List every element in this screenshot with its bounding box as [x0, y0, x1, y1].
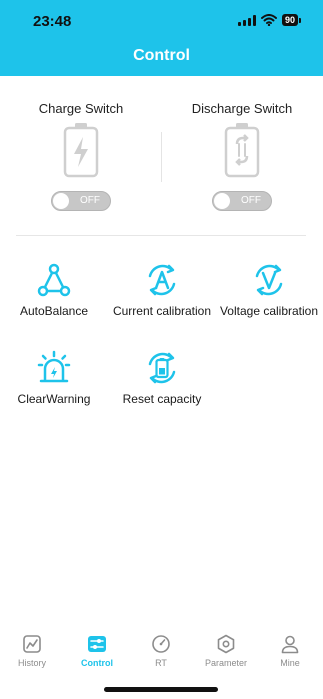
tab-parameter-label: Parameter: [204, 658, 248, 668]
auto-balance-button[interactable]: AutoBalance: [14, 262, 94, 318]
tab-mine-label: Mine: [280, 658, 300, 668]
auto-balance-label: AutoBalance: [19, 304, 89, 318]
discharge-switch-label: Discharge Switch: [191, 101, 293, 116]
person-icon: [281, 635, 299, 654]
current-calibration-label: Current calibration: [112, 304, 212, 318]
triangle-nodes-icon: [37, 263, 71, 297]
voltage-calibration-button[interactable]: Voltage calibration: [218, 262, 320, 318]
cellular-signal-icon: [237, 14, 256, 26]
charge-switch-state: OFF: [80, 195, 100, 206]
tab-mine[interactable]: Mine: [260, 634, 320, 668]
voltage-calibration-label: Voltage calibration: [219, 304, 319, 318]
status-icons: 90: [237, 14, 301, 26]
charge-switch-panel: Charge Switch OFF: [11, 101, 151, 211]
switch-divider: [161, 132, 162, 182]
current-calibration-icon: [148, 264, 176, 296]
header: 23:48 90 Control: [0, 0, 323, 76]
charge-switch-label: Charge Switch: [38, 101, 124, 116]
tab-parameter[interactable]: Parameter: [196, 634, 256, 668]
home-indicator[interactable]: [104, 687, 218, 692]
clear-warning-label: ClearWarning: [17, 392, 91, 406]
tab-bar: History Control RT Parameter Mine: [0, 626, 323, 676]
tab-history[interactable]: History: [2, 634, 62, 668]
sliders-icon: [88, 636, 106, 652]
discharge-switch-state: OFF: [241, 195, 261, 206]
reset-capacity-icon: [148, 352, 176, 384]
warning-light-icon: [37, 350, 71, 383]
tab-control-label: Control: [81, 658, 113, 668]
charge-switch-toggle[interactable]: OFF: [51, 191, 111, 211]
discharge-switch-toggle[interactable]: OFF: [212, 191, 272, 211]
charge-battery-icon: [63, 123, 99, 178]
toggle-knob: [53, 193, 69, 209]
clear-warning-button[interactable]: ClearWarning: [14, 350, 94, 406]
tab-rt-label: RT: [155, 658, 167, 668]
tab-history-label: History: [17, 658, 46, 668]
voltage-calibration-icon: [255, 264, 283, 296]
tab-rt[interactable]: RT: [131, 634, 191, 668]
toggle-knob: [214, 193, 230, 209]
discharge-battery-icon: [224, 123, 260, 178]
reset-capacity-label: Reset capacity: [122, 392, 202, 406]
discharge-switch-panel: Discharge Switch OFF: [172, 101, 312, 211]
battery-level: 90: [281, 14, 298, 26]
current-calibration-button[interactable]: Current calibration: [111, 262, 213, 318]
wifi-icon: [260, 14, 277, 26]
reset-capacity-button[interactable]: Reset capacity: [111, 350, 213, 406]
hexagon-gear-icon: [217, 634, 235, 654]
page-title: Control: [133, 47, 190, 64]
section-divider: [16, 235, 306, 236]
tab-control[interactable]: Control: [67, 634, 127, 668]
battery-icon: 90: [281, 14, 301, 26]
chart-icon: [23, 635, 41, 653]
status-time: 23:48: [33, 13, 72, 30]
gauge-icon: [152, 635, 170, 653]
